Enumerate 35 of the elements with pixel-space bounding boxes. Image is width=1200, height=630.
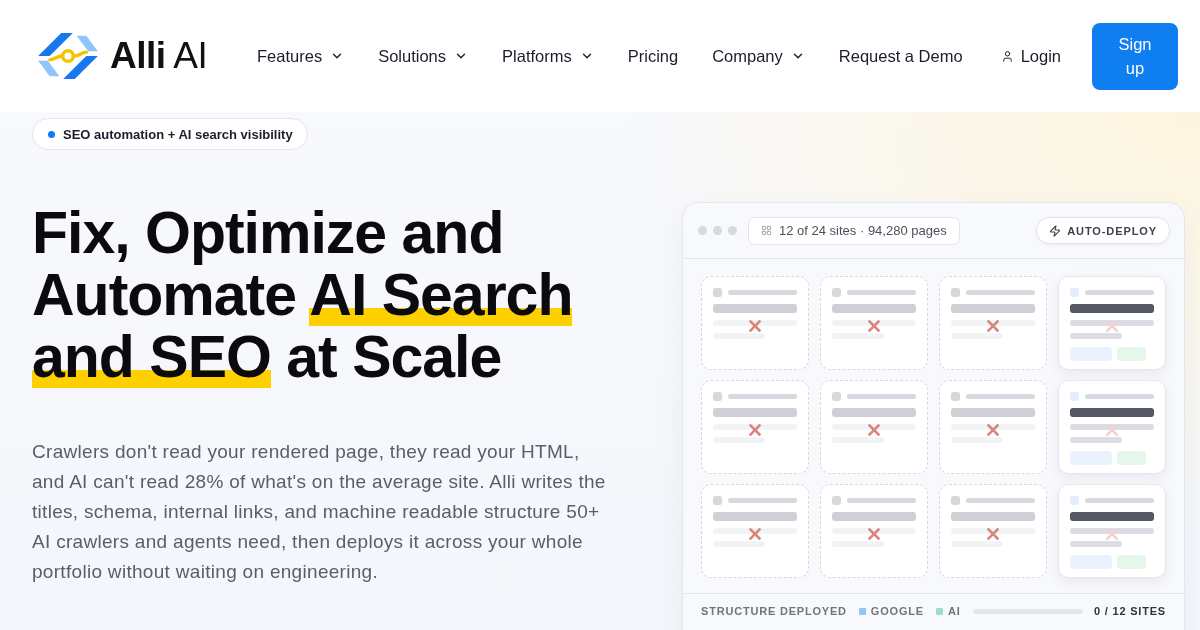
cross-icon [749,528,761,540]
badge-label: SEO automation + AI search visibility [63,126,293,142]
cross-icon [868,320,880,332]
cross-icon [749,424,761,436]
cross-icon [1106,424,1118,436]
status-dot-icon [48,130,55,138]
nav-link[interactable]: Company [712,46,805,66]
cross-icon [749,320,761,332]
logo-wordmark[interactable]: Alli AI [110,35,208,77]
sites-summary: 12 of 24 sites · 94,280 pages [748,216,960,245]
nav-link[interactable]: Platforms [502,46,594,66]
cross-icon [868,424,880,436]
nav-link[interactable]: Features [257,46,345,66]
cross-icon [987,528,999,540]
auto-deploy-button[interactable]: AUTO-DEPLOY [1036,217,1170,244]
grid-icon [761,225,772,236]
window-dots-icon [698,226,737,235]
legend-label: AI [947,604,961,618]
sites-count: 0 / 12 SITES [1094,604,1166,618]
nav-link[interactable]: Solutions [378,46,469,66]
nav-link[interactable]: Request a Demo [838,46,963,66]
cross-icon [868,528,880,540]
cross-icon [1106,528,1118,540]
user-icon [1000,49,1014,63]
login-link[interactable]: Login [1000,46,1061,66]
cross-icon [987,424,999,436]
lightning-icon [1049,224,1062,237]
description: Crawlers don't read your rendered page, they read your HTML, and AI can't read 28% of what's on the average site. Alli writes the titles, schema, internal links, and machine readable structure 50+ AI crawlers and agents need, then deploys it across your whole portfolio without waiting on engineering. [32,440,607,584]
cross-icon [1106,320,1118,332]
footer-label: STRUCTURE DEPLOYED [701,604,847,618]
logo-icon [37,30,99,82]
legend-label: GOOGLE [870,604,924,618]
nav-link[interactable]: Pricing [627,46,679,66]
signup-button[interactable]: Sign up [1092,22,1178,90]
cross-icon [987,320,999,332]
